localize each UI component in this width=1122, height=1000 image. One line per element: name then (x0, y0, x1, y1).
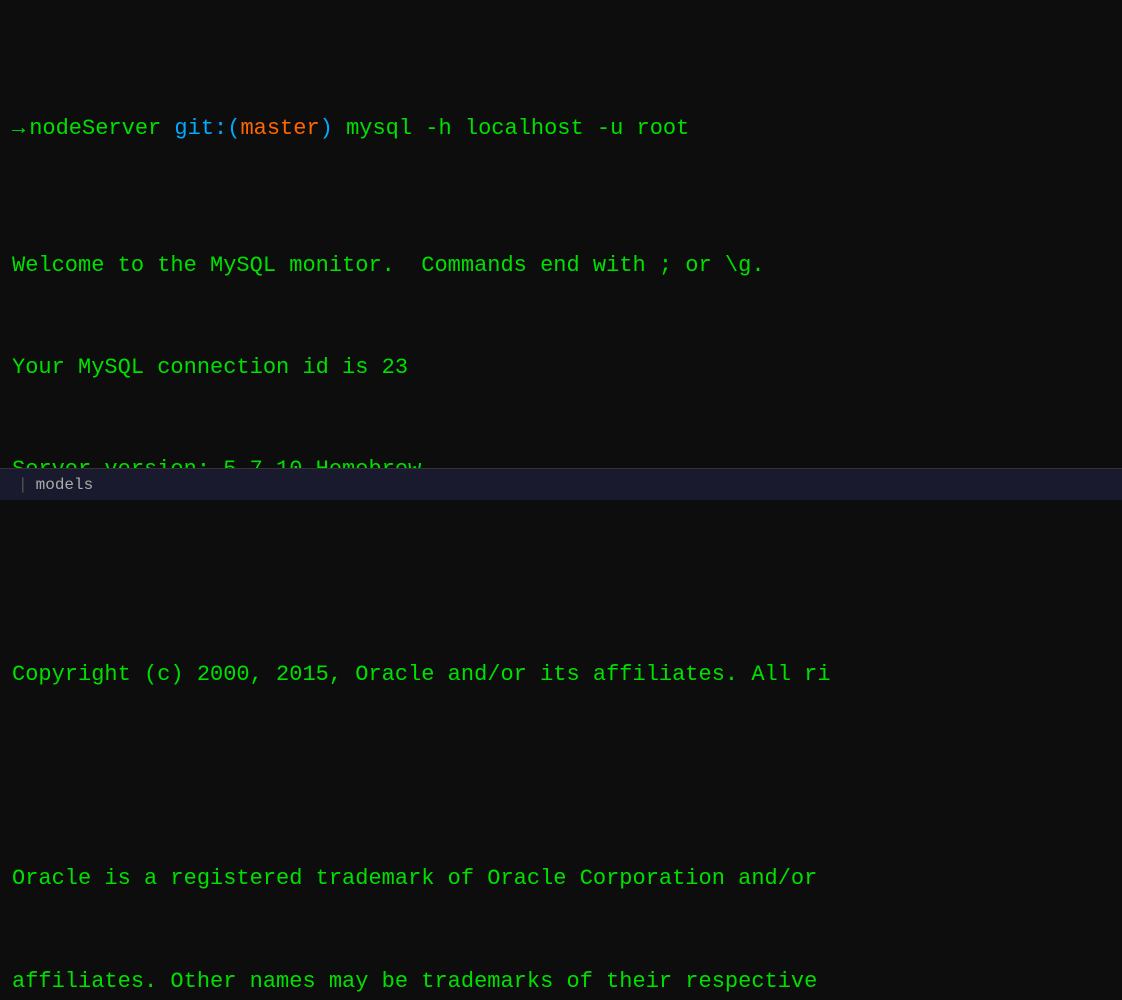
prompt-command: mysql -h localhost -u root (333, 112, 689, 146)
bottom-bar: | models (0, 468, 1122, 500)
output-line-5: Copyright (c) 2000, 2015, Oracle and/or … (12, 658, 1110, 692)
output-line-2: Your MySQL connection id is 23 (12, 351, 1110, 385)
output-line-4 (12, 556, 1110, 590)
prompt-git-paren-open: ( (227, 112, 240, 146)
prompt-git-paren-close: ) (320, 112, 333, 146)
output-line-6 (12, 760, 1110, 794)
prompt-line: → nodeServer git: ( master ) mysql -h lo… (12, 112, 1110, 146)
bottom-bar-label: models (36, 476, 94, 494)
output-line-8: affiliates. Other names may be trademark… (12, 965, 1110, 999)
terminal-content: → nodeServer git: ( master ) mysql -h lo… (12, 10, 1110, 1000)
prompt-arrow: → (12, 112, 25, 146)
terminal-window: → nodeServer git: ( master ) mysql -h lo… (0, 0, 1122, 500)
output-line-7: Oracle is a registered trademark of Orac… (12, 862, 1110, 896)
prompt-git-label: git: (161, 112, 227, 146)
output-line-1: Welcome to the MySQL monitor. Commands e… (12, 249, 1110, 283)
prompt-branch: master (240, 112, 319, 146)
bottom-bar-separator: | (18, 476, 28, 494)
prompt-directory: nodeServer (29, 112, 161, 146)
